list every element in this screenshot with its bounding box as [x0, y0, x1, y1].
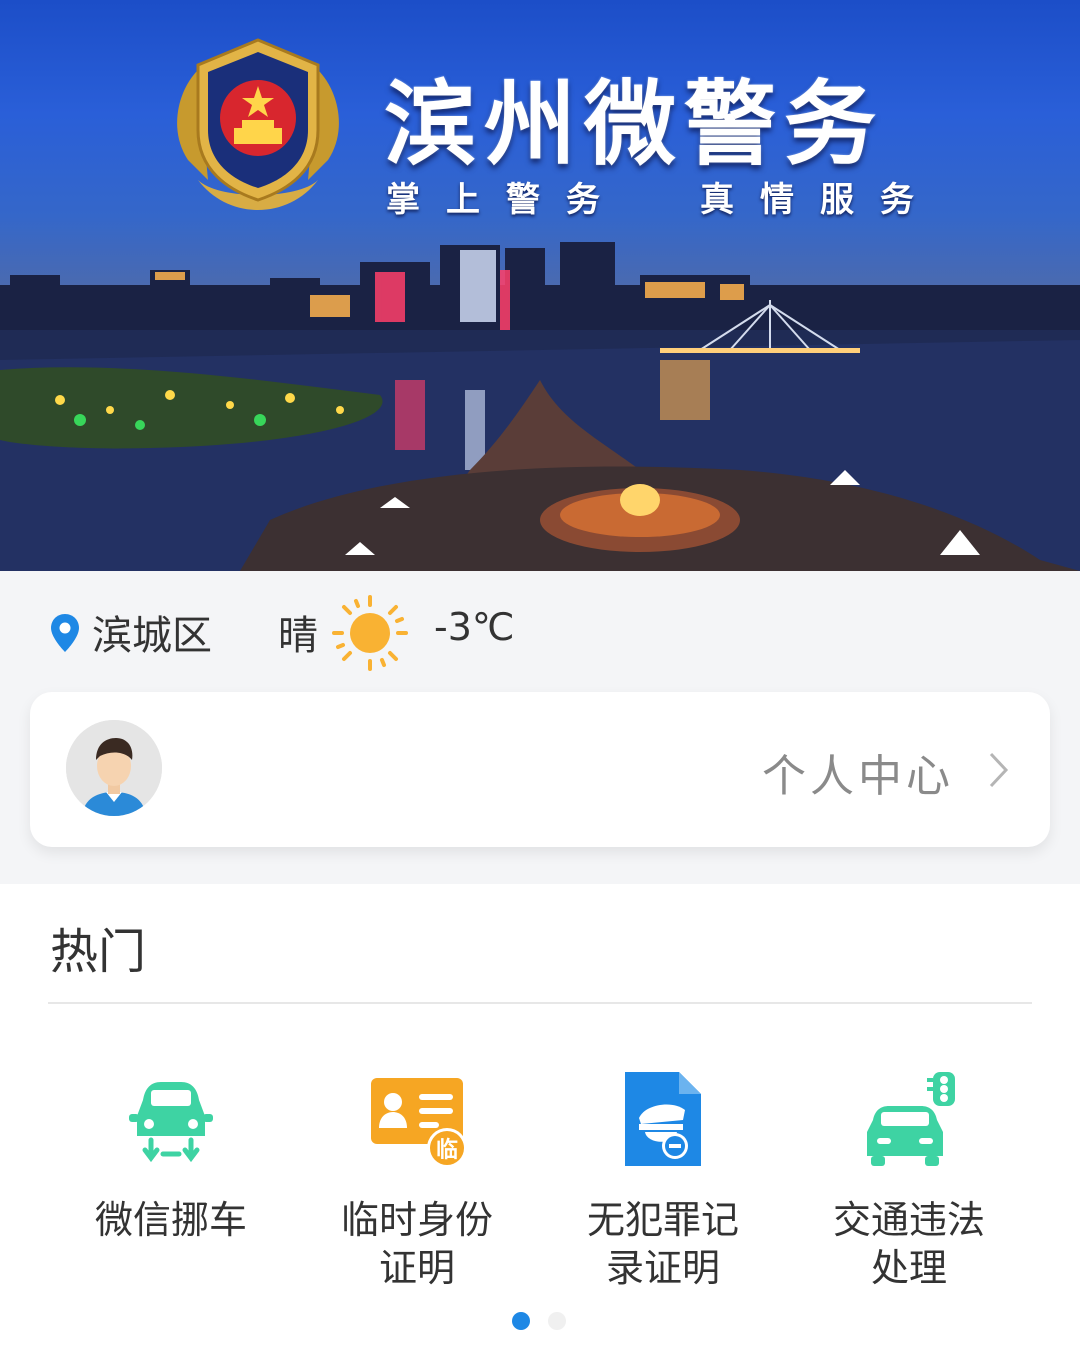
slogan-left: 掌上警务	[386, 180, 626, 220]
hot-services-section: 热门 微信挪车 临 临时身份证明 无犯罪记录证明 交通违法处理	[0, 884, 1080, 1354]
avatar-icon	[66, 720, 162, 816]
location-pin-icon[interactable]	[50, 613, 80, 653]
svg-text:临: 临	[436, 1137, 458, 1163]
divider	[48, 1002, 1032, 1004]
profile-card[interactable]: 个人中心	[30, 692, 1050, 847]
app-slogan: 掌上警务 真情服务	[386, 172, 940, 221]
service-wechat-car-move[interactable]: 微信挪车	[48, 1070, 294, 1292]
service-label[interactable]: 无犯罪记录证明	[573, 1196, 753, 1292]
location-district[interactable]: 滨城区	[92, 603, 212, 661]
service-label[interactable]: 交通违法处理	[819, 1196, 999, 1292]
slogan-right: 真情服务	[700, 180, 940, 220]
banner: 滨州微警务 掌上警务 真情服务	[0, 0, 1080, 571]
app-title: 滨州微警务	[384, 71, 885, 178]
avatar[interactable]	[66, 720, 162, 816]
chevron-right-icon[interactable]	[988, 750, 1010, 790]
sun-icon	[332, 595, 408, 671]
temperature: -3℃	[434, 605, 515, 649]
temp-id-card-icon[interactable]: 临	[367, 1070, 467, 1170]
page-indicator	[512, 1312, 566, 1330]
weather-condition: 晴	[278, 613, 318, 659]
service-label[interactable]: 临时身份证明	[327, 1196, 507, 1292]
section-title: 热门	[50, 924, 147, 980]
police-emblem-icon	[177, 38, 339, 210]
personal-center-label[interactable]: 个人中心	[762, 740, 954, 804]
car-tow-icon[interactable]	[121, 1070, 221, 1170]
service-traffic-violation[interactable]: 交通违法处理	[786, 1070, 1032, 1292]
service-no-criminal-record[interactable]: 无犯罪记录证明	[540, 1070, 786, 1292]
page-dot[interactable]	[548, 1312, 566, 1330]
service-label[interactable]: 微信挪车	[81, 1196, 261, 1244]
page-dot-active[interactable]	[512, 1312, 530, 1330]
location-weather-bar: 滨城区 晴 -3℃	[0, 571, 1080, 686]
traffic-violation-icon[interactable]	[859, 1070, 959, 1170]
no-criminal-record-icon[interactable]	[613, 1070, 713, 1170]
service-grid: 微信挪车 临 临时身份证明 无犯罪记录证明 交通违法处理	[48, 1070, 1032, 1292]
service-temp-id[interactable]: 临 临时身份证明	[294, 1070, 540, 1292]
